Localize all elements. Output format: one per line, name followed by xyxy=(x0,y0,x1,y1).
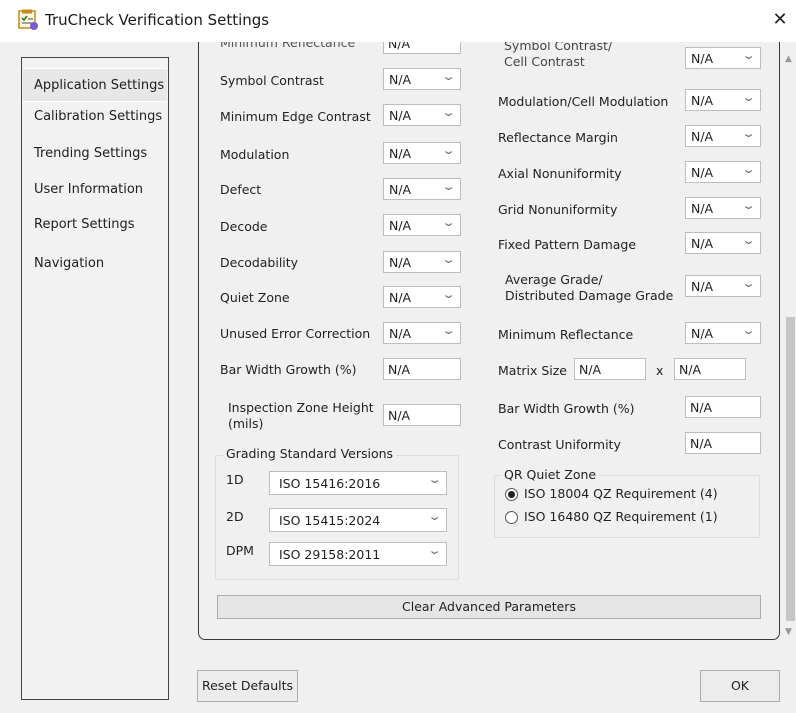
grading-standard-title: Grading Standard Versions xyxy=(223,446,397,461)
nav-item-report-settings[interactable]: Report Settings xyxy=(23,208,167,242)
decodability-dropdown[interactable]: N/A ⌄ xyxy=(383,251,461,273)
chevron-down-icon: ⌄ xyxy=(441,324,456,337)
chevron-down-icon: ⌄ xyxy=(741,163,756,176)
min-edge-contrast-dropdown[interactable]: N/A ⌄ xyxy=(383,104,461,126)
grading-dpm-label: DPM xyxy=(226,543,254,558)
nav-item-navigation[interactable]: Navigation xyxy=(23,247,167,281)
grid-nonuniformity-label: Grid Nonuniformity xyxy=(498,202,618,217)
advanced-parameters-panel: Minimum Reflectance N/A Symbol Contrast … xyxy=(198,42,780,640)
matrix-size-cols-input[interactable]: N/A xyxy=(674,358,746,380)
nav-item-application-settings[interactable]: Application Settings xyxy=(23,68,167,102)
decode-label: Decode xyxy=(220,219,268,234)
axial-nonuniformity-dropdown[interactable]: N/A ⌄ xyxy=(685,161,761,183)
clear-advanced-parameters-button[interactable]: Clear Advanced Parameters xyxy=(217,595,761,619)
grading-dpm-dropdown[interactable]: ISO 29158:2011 ⌄ xyxy=(269,542,447,566)
chevron-down-icon: ⌄ xyxy=(741,49,756,62)
min-edge-contrast-label: Minimum Edge Contrast xyxy=(220,109,371,124)
qr-qz-option-1-label[interactable]: ISO 16480 QZ Requirement (1) xyxy=(524,509,718,524)
chevron-down-icon: ⌄ xyxy=(427,544,442,557)
reflectance-margin-label: Reflectance Margin xyxy=(498,130,618,145)
chevron-down-icon: ⌄ xyxy=(427,473,442,486)
average-grade-dropdown[interactable]: N/A ⌄ xyxy=(685,275,761,297)
axial-nonuniformity-label: Axial Nonuniformity xyxy=(498,166,622,181)
chevron-down-icon: ⌄ xyxy=(441,253,456,266)
decodability-label: Decodability xyxy=(220,255,299,270)
chevron-down-icon: ⌄ xyxy=(441,216,456,229)
grading-1d-label: 1D xyxy=(226,472,244,487)
reset-defaults-button[interactable]: Reset Defaults xyxy=(197,670,298,702)
bar-width-growth-label: Bar Width Growth (%) xyxy=(220,362,357,377)
symbol-cell-contrast-dropdown[interactable]: N/A ⌄ xyxy=(685,47,761,69)
fixed-pattern-damage-dropdown[interactable]: N/A ⌄ xyxy=(685,232,761,254)
reflectance-margin-dropdown[interactable]: N/A ⌄ xyxy=(685,125,761,147)
contrast-uniformity-input[interactable]: N/A xyxy=(685,432,761,454)
modulation-cell-dropdown[interactable]: N/A ⌄ xyxy=(685,89,761,111)
minimum-reflectance-dropdown[interactable]: N/A ⌄ xyxy=(685,322,761,344)
qr-quiet-zone-group xyxy=(494,475,760,538)
grading-2d-dropdown[interactable]: ISO 15415:2024 ⌄ xyxy=(269,508,447,532)
window-title: TruCheck Verification Settings xyxy=(45,11,270,29)
param-label: Minimum Reflectance xyxy=(220,42,356,50)
qr-qz-option-1-radio[interactable] xyxy=(505,511,518,524)
inspection-zone-label: Inspection Zone Height (mils) xyxy=(228,400,374,431)
fixed-pattern-damage-label: Fixed Pattern Damage xyxy=(498,237,637,252)
scrollbar-thumb[interactable] xyxy=(786,317,795,621)
chevron-down-icon: ⌄ xyxy=(741,277,756,290)
qr-qz-option-4-label[interactable]: ISO 18004 QZ Requirement (4) xyxy=(524,486,718,501)
defect-dropdown[interactable]: N/A ⌄ xyxy=(383,178,461,200)
chevron-down-icon: ⌄ xyxy=(741,127,756,140)
min-reflectance-field[interactable]: N/A xyxy=(383,42,461,54)
defect-label: Defect xyxy=(220,182,262,197)
matrix-size-separator: x xyxy=(656,363,664,378)
quiet-zone-dropdown[interactable]: N/A ⌄ xyxy=(383,286,461,308)
chevron-down-icon: ⌄ xyxy=(741,199,756,212)
unused-error-correction-label: Unused Error Correction xyxy=(220,326,371,341)
modulation-dropdown[interactable]: N/A ⌄ xyxy=(383,142,461,164)
symbol-contrast-dropdown[interactable]: N/A ⌄ xyxy=(383,68,461,90)
chevron-down-icon: ⌄ xyxy=(441,106,456,119)
settings-nav: Application Settings Calibration Setting… xyxy=(21,57,169,700)
chevron-down-icon: ⌄ xyxy=(441,144,456,157)
grading-2d-label: 2D xyxy=(226,509,244,524)
nav-item-calibration-settings[interactable]: Calibration Settings xyxy=(23,100,167,134)
decode-dropdown[interactable]: N/A ⌄ xyxy=(383,214,461,236)
symbol-cell-contrast-label: Symbol Contrast/ Cell Contrast xyxy=(504,42,613,69)
minimum-reflectance-label: Minimum Reflectance xyxy=(498,327,634,342)
bar-width-growth-right-label: Bar Width Growth (%) xyxy=(498,401,635,416)
chevron-down-icon: ⌄ xyxy=(441,288,456,301)
ok-button[interactable]: OK xyxy=(700,670,780,702)
bar-width-growth-right-input[interactable]: N/A xyxy=(685,396,761,418)
modulation-label: Modulation xyxy=(220,147,290,162)
symbol-contrast-label: Symbol Contrast xyxy=(220,73,324,88)
chevron-down-icon: ⌄ xyxy=(741,324,756,337)
bar-width-growth-input[interactable]: N/A xyxy=(383,358,461,380)
contrast-uniformity-label: Contrast Uniformity xyxy=(498,437,621,452)
qr-qz-option-4-radio[interactable] xyxy=(505,488,518,501)
close-icon[interactable]: ✕ xyxy=(766,6,794,34)
inspection-zone-input[interactable]: N/A xyxy=(383,404,461,426)
scroll-up-icon[interactable]: ▲ xyxy=(785,54,792,64)
nav-item-trending-settings[interactable]: Trending Settings xyxy=(23,137,167,171)
modulation-cell-label: Modulation/Cell Modulation xyxy=(498,94,669,109)
chevron-down-icon: ⌄ xyxy=(441,70,456,83)
scroll-down-icon[interactable]: ▼ xyxy=(785,627,792,637)
qr-quiet-zone-title: QR Quiet Zone xyxy=(501,467,600,482)
chevron-down-icon: ⌄ xyxy=(741,91,756,104)
quiet-zone-label: Quiet Zone xyxy=(220,290,290,305)
chevron-down-icon: ⌄ xyxy=(441,180,456,193)
settings-checklist-icon xyxy=(17,9,39,31)
chevron-down-icon: ⌄ xyxy=(427,510,442,523)
average-grade-label: Average Grade/ Distributed Damage Grade xyxy=(505,272,674,303)
matrix-size-rows-input[interactable]: N/A xyxy=(574,358,646,380)
grading-1d-dropdown[interactable]: ISO 15416:2016 ⌄ xyxy=(269,471,447,495)
grid-nonuniformity-dropdown[interactable]: N/A ⌄ xyxy=(685,197,761,219)
unused-error-correction-dropdown[interactable]: N/A ⌄ xyxy=(383,322,461,344)
nav-item-user-information[interactable]: User Information xyxy=(23,173,167,207)
matrix-size-label: Matrix Size xyxy=(498,363,567,378)
chevron-down-icon: ⌄ xyxy=(741,234,756,247)
